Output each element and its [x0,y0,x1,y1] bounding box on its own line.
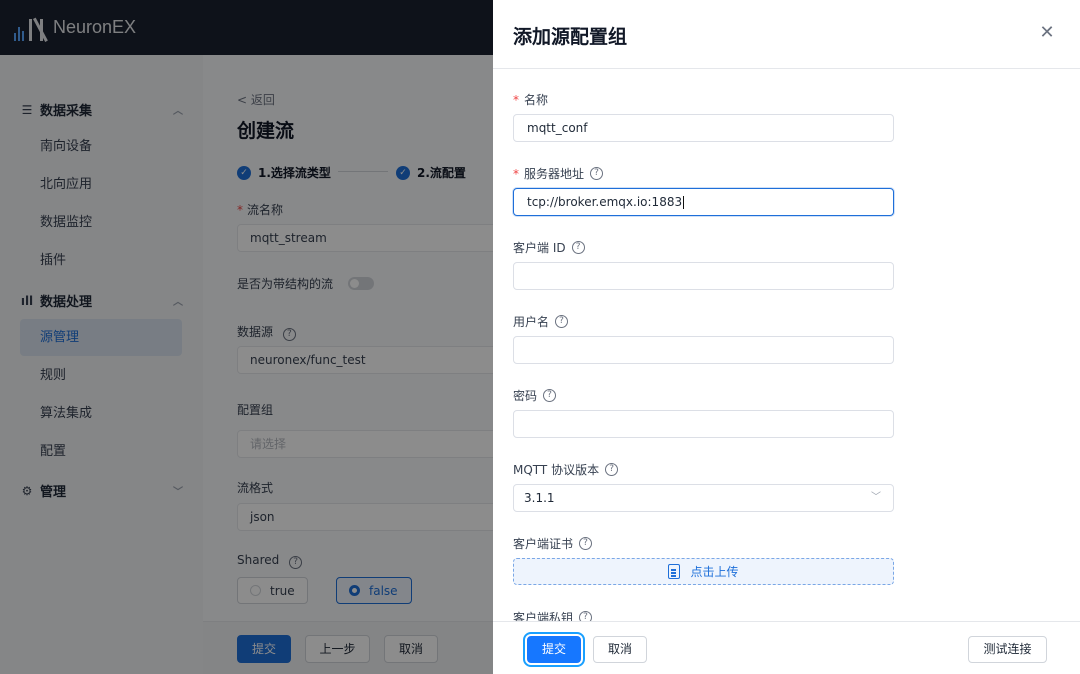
selected-value: 3.1.1 [524,491,555,505]
file-icon [668,564,681,579]
server-address-label: * 服务器地址? [513,165,604,182]
help-icon: ? [590,167,604,180]
drawer-cancel-button[interactable]: 取消 [593,636,647,663]
drawer-footer: 提交 取消 测试连接 [493,621,1080,674]
help-icon: ? [555,315,569,328]
password-label: 密码? [513,387,557,404]
config-name-label: * 名称 [513,92,549,108]
help-icon: ? [605,463,619,476]
client-cert-label: 客户端证书? [513,535,593,552]
client-id-label: 客户端 ID? [513,239,585,256]
drawer-title: 添加源配置组 [513,26,628,48]
mqtt-protocol-select[interactable]: 3.1.1 ﹀ [513,484,894,512]
help-icon: ? [571,241,585,254]
password-input[interactable] [513,410,894,438]
username-label: 用户名? [513,313,569,330]
drawer-header: 添加源配置组 ✕ [493,0,1080,69]
mqtt-protocol-label: MQTT 协议版本? [513,461,619,478]
config-name-input[interactable]: mqtt_conf [513,114,894,142]
client-id-input[interactable] [513,262,894,290]
chevron-down-icon: ﹀ [871,492,881,503]
help-icon: ? [543,389,557,402]
test-connection-button[interactable]: 测试连接 [968,636,1047,663]
server-address-input[interactable]: tcp://broker.emqx.io:1883 [513,188,894,216]
add-source-config-drawer: 添加源配置组 ✕ * 名称 mqtt_conf * 服务器地址? tcp://bro… [493,0,1080,674]
upload-label: 点击上传 [690,565,739,579]
drawer-submit-button[interactable]: 提交 [523,632,585,667]
username-input[interactable] [513,336,894,364]
close-icon[interactable]: ✕ [1038,24,1056,42]
help-icon: ? [579,537,593,550]
client-cert-upload[interactable]: 点击上传 [513,558,894,585]
